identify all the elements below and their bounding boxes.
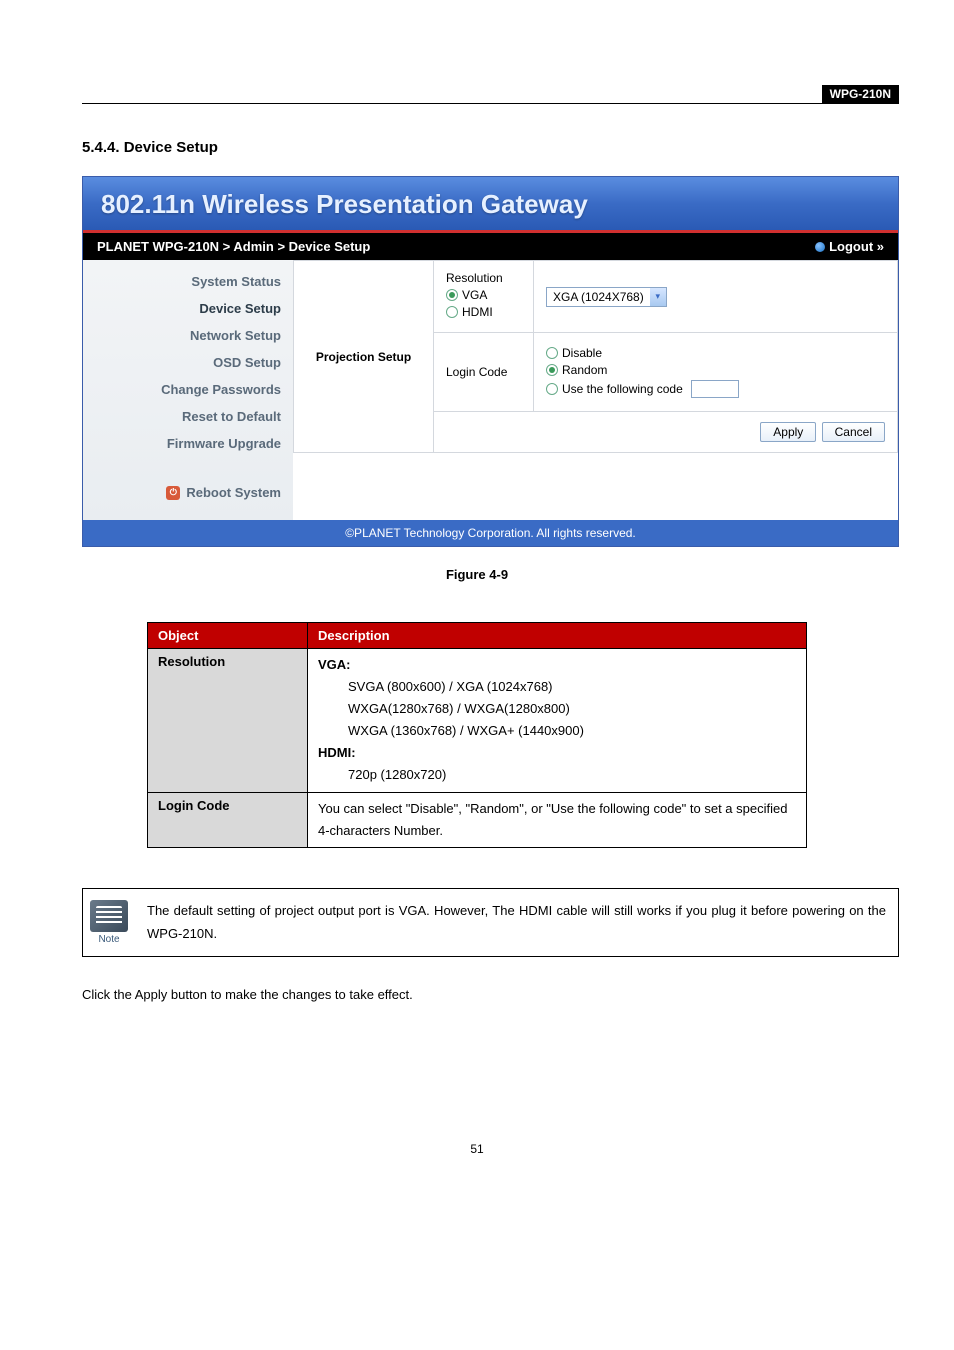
breadcrumb: PLANET WPG-210N > Admin > Device Setup [97, 239, 370, 254]
radio-vga-label: VGA [462, 288, 487, 302]
vga-head: VGA: [318, 657, 351, 672]
desc-logincode: You can select "Disable", "Random", or "… [308, 792, 807, 847]
sidebar-item-device-setup[interactable]: Device Setup [83, 295, 281, 322]
table-row: Resolution VGA: SVGA (800x600) / XGA (10… [148, 649, 807, 793]
body-paragraph: Click the Apply button to make the chang… [82, 987, 899, 1002]
th-object: Object [148, 623, 308, 649]
app-window: 802.11n Wireless Presentation Gateway PL… [82, 176, 899, 547]
radio-icon [546, 347, 558, 359]
page-number: 51 [0, 1142, 954, 1156]
note-icon [90, 900, 128, 932]
radio-icon [546, 383, 558, 395]
main-area: System Status Device Setup Network Setup… [83, 260, 898, 520]
radio-hdmi-label: HDMI [462, 305, 493, 319]
vga-line3: WXGA (1360x768) / WXGA+ (1440x900) [318, 720, 796, 742]
header-divider [82, 103, 899, 104]
logout-label: Logout » [829, 239, 884, 254]
resolution-value-cell: XGA (1024X768) ▾ [534, 261, 898, 333]
logincode-options: Disable Random Use the following code [534, 333, 898, 412]
power-icon: ⏻ [166, 486, 180, 500]
section-heading: 5.4.4. Device Setup [82, 139, 954, 156]
note-label: Note [87, 934, 131, 945]
table-row: Login Code You can select "Disable", "Ra… [148, 792, 807, 847]
model-badge: WPG-210N [822, 85, 899, 103]
obj-resolution: Resolution [148, 649, 308, 793]
radio-vga[interactable]: VGA [446, 288, 521, 302]
reboot-label: Reboot System [186, 485, 281, 500]
cancel-button[interactable]: Cancel [822, 422, 885, 442]
hdmi-line1: 720p (1280x720) [318, 764, 796, 786]
logout-icon [815, 242, 825, 252]
note-text: The default setting of project output po… [135, 889, 898, 956]
figure-caption: Figure 4-9 [0, 567, 954, 582]
radio-disable[interactable]: Disable [546, 346, 885, 360]
radio-random-label: Random [562, 363, 607, 377]
radio-random[interactable]: Random [546, 363, 885, 377]
radio-hdmi[interactable]: HDMI [446, 305, 521, 319]
projection-setup-table: Projection Setup Resolution VGA HDMI [293, 260, 898, 453]
sidebar-item-network-setup[interactable]: Network Setup [83, 322, 281, 349]
sidebar-item-reset-default[interactable]: Reset to Default [83, 403, 281, 430]
obj-logincode: Login Code [148, 792, 308, 847]
sidebar-item-firmware-upgrade[interactable]: Firmware Upgrade [83, 430, 281, 457]
app-title: 802.11n Wireless Presentation Gateway [101, 189, 880, 220]
resolution-select-value: XGA (1024X768) [553, 290, 644, 304]
radio-use-following-label: Use the following code [562, 382, 683, 396]
vga-line1: SVGA (800x600) / XGA (1024x768) [318, 676, 796, 698]
app-header: 802.11n Wireless Presentation Gateway [83, 177, 898, 233]
panel-title: Projection Setup [294, 261, 434, 453]
note-icon-col: Note [83, 892, 135, 953]
sidebar-reboot[interactable]: ⏻ Reboot System [83, 479, 281, 506]
app-footer: ©PLANET Technology Corporation. All righ… [83, 520, 898, 546]
code-input[interactable] [691, 380, 739, 398]
note-box: Note The default setting of project outp… [82, 888, 899, 957]
sidebar-item-osd-setup[interactable]: OSD Setup [83, 349, 281, 376]
chevron-down-icon: ▾ [650, 288, 666, 306]
th-description: Description [308, 623, 807, 649]
vga-line2: WXGA(1280x768) / WXGA(1280x800) [318, 698, 796, 720]
sidebar-item-system-status[interactable]: System Status [83, 268, 281, 295]
radio-use-following[interactable]: Use the following code [546, 380, 885, 398]
hdmi-head: HDMI: [318, 745, 356, 760]
resolution-label: Resolution [446, 271, 521, 285]
content-panel: Projection Setup Resolution VGA HDMI [293, 260, 898, 520]
doc-table: Object Description Resolution VGA: SVGA … [147, 622, 807, 848]
breadcrumb-bar: PLANET WPG-210N > Admin > Device Setup L… [83, 233, 898, 260]
resolution-cell: Resolution VGA HDMI [434, 261, 534, 333]
radio-disable-label: Disable [562, 346, 602, 360]
sidebar-item-change-passwords[interactable]: Change Passwords [83, 376, 281, 403]
sidebar: System Status Device Setup Network Setup… [83, 260, 293, 520]
apply-button[interactable]: Apply [760, 422, 816, 442]
desc-resolution: VGA: SVGA (800x600) / XGA (1024x768) WXG… [308, 649, 807, 793]
resolution-select[interactable]: XGA (1024X768) ▾ [546, 287, 667, 307]
logincode-label: Login Code [434, 333, 534, 412]
button-row: Apply Cancel [434, 412, 898, 453]
radio-icon [446, 289, 458, 301]
radio-icon [546, 364, 558, 376]
radio-icon [446, 306, 458, 318]
logout-link[interactable]: Logout » [815, 239, 884, 254]
